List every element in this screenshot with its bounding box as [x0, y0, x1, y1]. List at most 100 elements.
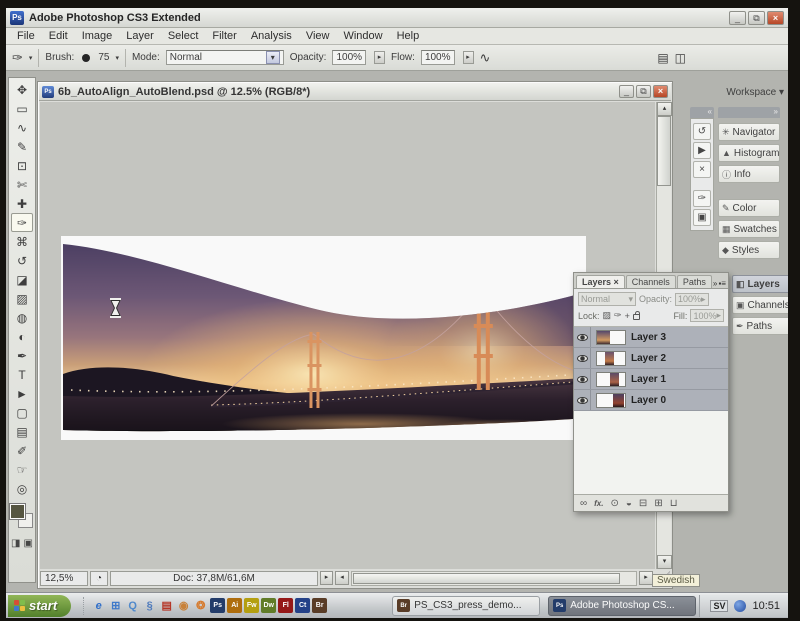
history-brush-tool[interactable]: ↺ [11, 251, 33, 270]
zoom-level-field[interactable]: 12,5% [40, 571, 88, 586]
panel-button-paths[interactable]: ✒Paths [732, 317, 788, 335]
tray-app-icon[interactable] [734, 600, 746, 612]
palette-well-icon[interactable]: ▤ [657, 51, 668, 65]
foreground-color-swatch[interactable] [10, 504, 25, 519]
layer-thumbnail[interactable] [596, 372, 626, 387]
menu-file[interactable]: File [10, 29, 42, 43]
screen-mode-icon[interactable]: ▣ [24, 538, 33, 549]
blur-tool[interactable]: ◍ [11, 308, 33, 327]
brush-picker-arrow-icon[interactable]: ▾ [115, 54, 119, 62]
layer-name[interactable]: Layer 1 [631, 374, 666, 385]
pen-tool[interactable]: ✒ [11, 346, 33, 365]
panel-button-histogram[interactable]: ▲Histogram [718, 144, 780, 162]
panel-button-swatches[interactable]: ▦Swatches [718, 220, 780, 238]
menu-image[interactable]: Image [75, 29, 120, 43]
panel-button-channels[interactable]: ▣Channels [732, 296, 788, 314]
layer-style-icon[interactable]: fx. [594, 499, 603, 508]
document-titlebar[interactable]: Ps 6b_AutoAlign_AutoBlend.psd @ 12.5% (R… [39, 83, 671, 101]
delete-layer-icon[interactable]: ⊔ [670, 498, 678, 509]
actions-panel-icon[interactable]: ▶ [693, 142, 711, 159]
flow-spinner-icon[interactable]: ▸ [463, 51, 474, 64]
msn-icon[interactable]: ⊞ [107, 597, 124, 615]
dock-collapse-right[interactable]: » [718, 107, 780, 118]
lasso-tool[interactable]: ∿ [11, 118, 33, 137]
hand-tool[interactable]: ☞ [11, 460, 33, 479]
doc-maximize-button[interactable]: ⧉ [636, 85, 651, 98]
panel-button-styles[interactable]: ◆Styles [718, 241, 780, 259]
acrobat-reader-icon[interactable]: ▤ [158, 597, 175, 615]
lock-pixels-icon[interactable]: ✑ [614, 310, 622, 321]
new-group-icon[interactable]: ⊟ [639, 498, 647, 509]
link-layers-icon[interactable]: ∞ [580, 498, 587, 509]
dodge-tool[interactable]: ◐ [11, 327, 33, 346]
dreamweaver-launch-icon[interactable]: Dw [261, 598, 276, 613]
fireworks-launch-icon[interactable]: Fw [244, 598, 259, 613]
flash-launch-icon[interactable]: Fl [278, 598, 293, 613]
scroll-right-icon[interactable]: ▸ [639, 571, 653, 585]
eraser-tool[interactable]: ◪ [11, 270, 33, 289]
layer-row-0[interactable]: Layer 0 [574, 390, 728, 411]
menu-window[interactable]: Window [336, 29, 389, 43]
horizontal-scroll-thumb[interactable] [353, 573, 620, 584]
scroll-left-icon[interactable]: ◂ [335, 571, 349, 585]
media-player-icon[interactable]: ◉ [175, 597, 192, 615]
crop-tool[interactable]: ⊡ [11, 156, 33, 175]
blend-mode-select[interactable]: Normal ▾ [578, 292, 636, 306]
layer-name[interactable]: Layer 3 [631, 332, 666, 343]
layer-row-2[interactable]: Layer 2 [574, 348, 728, 369]
clone-stamp-tool[interactable]: ⌘ [11, 232, 33, 251]
task-photoshop-window[interactable]: Ps Adobe Photoshop CS... [548, 596, 696, 616]
layer-name[interactable]: Layer 0 [631, 395, 666, 406]
menu-edit[interactable]: Edit [42, 29, 75, 43]
workspace-selector[interactable]: Workspace ▾ [700, 87, 784, 98]
marquee-tool[interactable]: ▭ [11, 99, 33, 118]
zoom-tool[interactable]: ◎ [11, 479, 33, 498]
lock-all-icon[interactable] [633, 314, 640, 320]
eyedropper-tool[interactable]: ✐ [11, 441, 33, 460]
photoshop-launch-icon[interactable]: Ps [210, 598, 225, 613]
layer-thumbnail[interactable] [596, 330, 626, 345]
panel-menu-icon[interactable]: ▪≡ [718, 279, 726, 288]
menu-filter[interactable]: Filter [205, 29, 243, 43]
adjustment-layer-icon[interactable]: ◒ [626, 498, 632, 509]
illustrator-launch-icon[interactable]: Ai [227, 598, 242, 613]
panel-collapse-icon[interactable]: » [713, 279, 717, 288]
panel-button-info[interactable]: ⓘInfo [718, 165, 780, 183]
layer-thumbnail[interactable] [596, 351, 626, 366]
mode-select[interactable]: Normal ▾ [166, 50, 284, 65]
visibility-toggle[interactable] [574, 327, 591, 347]
task-bridge-window[interactable]: Br PS_CS3_press_demo... [392, 596, 540, 616]
tab-layers[interactable]: Layers × [576, 275, 625, 288]
visibility-toggle[interactable] [574, 390, 591, 410]
minimize-button[interactable]: _ [729, 11, 746, 25]
menu-analysis[interactable]: Analysis [244, 29, 299, 43]
status-menu-arrow-icon[interactable]: ▸ [320, 571, 333, 585]
contribute-launch-icon[interactable]: Ct [295, 598, 310, 613]
canvas[interactable] [40, 102, 655, 569]
clock[interactable]: 10:51 [752, 600, 780, 612]
horizontal-scrollbar[interactable] [351, 571, 637, 586]
menu-select[interactable]: Select [161, 29, 206, 43]
healing-brush-tool[interactable]: ✚ [11, 194, 33, 213]
visibility-toggle[interactable] [574, 348, 591, 368]
layer-thumbnail[interactable] [596, 393, 626, 408]
gradient-tool[interactable]: ▨ [11, 289, 33, 308]
menu-help[interactable]: Help [390, 29, 427, 43]
brush-tool[interactable]: ✑ [11, 213, 33, 232]
opacity-spinner-icon[interactable]: ▸ [374, 51, 385, 64]
layer-mask-icon[interactable]: ⊙ [610, 498, 618, 509]
start-button[interactable]: start [8, 595, 71, 617]
language-indicator[interactable]: SV [710, 600, 728, 612]
fill-field[interactable]: 100%▸ [690, 309, 724, 322]
brush-size[interactable]: 75 [98, 52, 109, 63]
quick-selection-tool[interactable]: ✎ [11, 137, 33, 156]
dock-collapse-left[interactable]: « [690, 107, 714, 118]
move-tool[interactable]: ✥ [11, 80, 33, 99]
menu-view[interactable]: View [299, 29, 337, 43]
visibility-toggle[interactable] [574, 369, 591, 389]
notes-tool[interactable]: ▤ [11, 422, 33, 441]
layer-comps-panel-icon[interactable]: ▣ [693, 209, 711, 226]
tab-paths[interactable]: Paths [677, 275, 712, 288]
layer-row-1[interactable]: Layer 1 [574, 369, 728, 390]
vertical-scroll-thumb[interactable] [657, 116, 671, 186]
